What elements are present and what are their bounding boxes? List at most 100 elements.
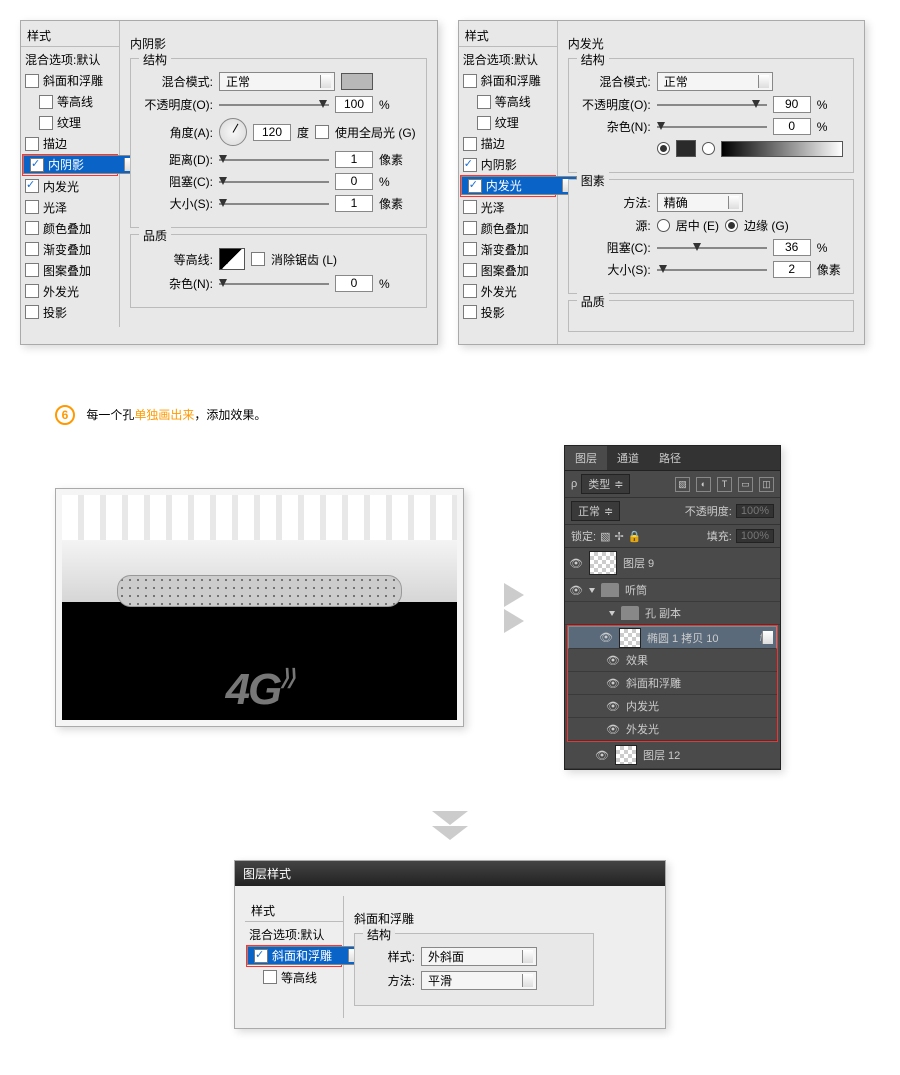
blend-options[interactable]: 混合选项:默认 — [459, 49, 557, 70]
effect-bevel[interactable]: 👁斜面和浮雕 — [568, 672, 777, 695]
fx-badge[interactable]: fx — [759, 632, 772, 644]
opacity-input[interactable]: 100 — [335, 96, 373, 113]
opacity-input[interactable]: 90 — [773, 96, 811, 113]
filter-type-icon[interactable]: T — [717, 477, 732, 492]
visibility-icon[interactable]: 👁 — [599, 631, 613, 644]
style-inner-shadow[interactable]: 内阴影 — [23, 155, 139, 174]
glow-gradient-radio[interactable] — [702, 142, 715, 155]
bevel-style-select[interactable]: 外斜面 — [421, 947, 537, 966]
visibility-icon[interactable]: 👁 — [606, 723, 620, 736]
style-texture[interactable]: 纹理 — [21, 112, 119, 133]
angle-input[interactable]: 120 — [253, 124, 291, 141]
style-outer-glow[interactable]: 外发光 — [459, 281, 557, 302]
lock-pixels-icon[interactable]: ▧ — [600, 530, 610, 543]
bevel-technique-select[interactable]: 平滑 — [421, 971, 537, 990]
style-texture[interactable]: 纹理 — [459, 112, 557, 133]
fill-value[interactable]: 100% — [736, 529, 774, 543]
style-stroke[interactable]: 描边 — [21, 133, 119, 154]
source-edge-radio[interactable] — [725, 219, 738, 232]
visibility-icon[interactable]: 👁 — [606, 677, 620, 690]
layer-ellipse[interactable]: 👁椭圆 1 拷贝 10fx — [568, 626, 777, 649]
style-grad-overlay[interactable]: 渐变叠加 — [459, 239, 557, 260]
angle-dial[interactable] — [219, 118, 247, 146]
filter-shape-icon[interactable]: ▭ — [738, 477, 753, 492]
visibility-icon[interactable]: 👁 — [606, 654, 620, 667]
antialias-checkbox[interactable] — [251, 252, 265, 266]
style-satin[interactable]: 光泽 — [459, 197, 557, 218]
panel-title: 内发光 — [568, 35, 854, 52]
size-slider[interactable] — [219, 197, 329, 211]
effect-outer-glow[interactable]: 👁外发光 — [568, 718, 777, 741]
filter-pixel-icon[interactable]: ▧ — [675, 477, 690, 492]
choke-slider[interactable] — [657, 241, 767, 255]
glow-gradient-picker[interactable] — [721, 141, 843, 157]
layer-group[interactable]: 👁听筒 — [565, 579, 780, 602]
style-color-overlay[interactable]: 颜色叠加 — [21, 218, 119, 239]
style-bevel[interactable]: 斜面和浮雕 — [459, 70, 557, 91]
distance-slider[interactable] — [219, 153, 329, 167]
distance-input[interactable]: 1 — [335, 151, 373, 168]
style-drop-shadow[interactable]: 投影 — [21, 302, 119, 323]
noise-input[interactable]: 0 — [773, 118, 811, 135]
visibility-icon[interactable]: 👁 — [569, 584, 583, 597]
layer-row[interactable]: 👁图层 9 — [565, 548, 780, 579]
blend-mode-select[interactable]: 正常 — [657, 72, 773, 91]
layer-row[interactable]: 👁图层 12 — [565, 742, 780, 769]
kind-select[interactable]: 类型 ≑ — [581, 474, 630, 494]
style-inner-glow[interactable]: 内发光 — [461, 176, 577, 195]
style-inner-glow[interactable]: 内发光 — [21, 176, 119, 197]
lock-all-icon[interactable]: 🔒 — [628, 530, 642, 543]
style-bevel[interactable]: 斜面和浮雕 — [247, 946, 363, 965]
style-inner-shadow[interactable]: 内阴影 — [459, 154, 557, 175]
tab-channels[interactable]: 通道 — [607, 446, 649, 470]
size-slider[interactable] — [657, 263, 767, 277]
contour-picker[interactable] — [219, 248, 245, 270]
style-contour[interactable]: 等高线 — [459, 91, 557, 112]
choke-input[interactable]: 36 — [773, 239, 811, 256]
effect-inner-glow[interactable]: 👁内发光 — [568, 695, 777, 718]
visibility-icon[interactable]: 👁 — [595, 749, 609, 762]
tab-layers[interactable]: 图层 — [565, 446, 607, 470]
opacity-value[interactable]: 100% — [736, 504, 774, 518]
tab-paths[interactable]: 路径 — [649, 446, 691, 470]
filter-smart-icon[interactable]: ◫ — [759, 477, 774, 492]
style-bevel[interactable]: 斜面和浮雕 — [21, 70, 119, 91]
blend-mode-select[interactable]: 正常 — [219, 72, 335, 91]
visibility-icon[interactable]: 👁 — [569, 557, 583, 570]
style-grad-overlay[interactable]: 渐变叠加 — [21, 239, 119, 260]
filter-kind-icon[interactable]: ρ — [571, 478, 577, 490]
layer-subgroup[interactable]: 孔 副本 — [565, 602, 780, 625]
glow-color-swatch[interactable] — [676, 140, 696, 157]
style-color-overlay[interactable]: 颜色叠加 — [459, 218, 557, 239]
style-satin[interactable]: 光泽 — [21, 197, 119, 218]
choke-slider[interactable] — [219, 175, 329, 189]
style-outer-glow[interactable]: 外发光 — [21, 281, 119, 302]
style-pattern-overlay[interactable]: 图案叠加 — [21, 260, 119, 281]
arrow-down-icon — [20, 810, 880, 840]
style-pattern-overlay[interactable]: 图案叠加 — [459, 260, 557, 281]
blend-mode-select[interactable]: 正常 ≑ — [571, 501, 620, 521]
color-swatch[interactable] — [341, 73, 373, 90]
opacity-slider[interactable] — [219, 98, 329, 112]
style-stroke[interactable]: 描边 — [459, 133, 557, 154]
blend-options[interactable]: 混合选项:默认 — [245, 924, 343, 945]
size-input[interactable]: 1 — [335, 195, 373, 212]
noise-slider[interactable] — [219, 277, 329, 291]
opacity-slider[interactable] — [657, 98, 767, 112]
noise-slider[interactable] — [657, 120, 767, 134]
style-contour[interactable]: 等高线 — [21, 91, 119, 112]
blend-options[interactable]: 混合选项:默认 — [21, 49, 119, 70]
glow-color-radio[interactable] — [657, 142, 670, 155]
lock-position-icon[interactable]: ✢ — [614, 530, 623, 543]
global-light-checkbox[interactable] — [315, 125, 329, 139]
filter-adjust-icon[interactable]: ◐ — [696, 477, 711, 492]
visibility-icon[interactable]: 👁 — [606, 700, 620, 713]
source-center-radio[interactable] — [657, 219, 670, 232]
style-contour[interactable]: 等高线 — [245, 967, 343, 988]
style-drop-shadow[interactable]: 投影 — [459, 302, 557, 323]
effects-row[interactable]: 👁效果 — [568, 649, 777, 672]
technique-select[interactable]: 精确 — [657, 193, 743, 212]
size-input[interactable]: 2 — [773, 261, 811, 278]
choke-input[interactable]: 0 — [335, 173, 373, 190]
noise-input[interactable]: 0 — [335, 275, 373, 292]
